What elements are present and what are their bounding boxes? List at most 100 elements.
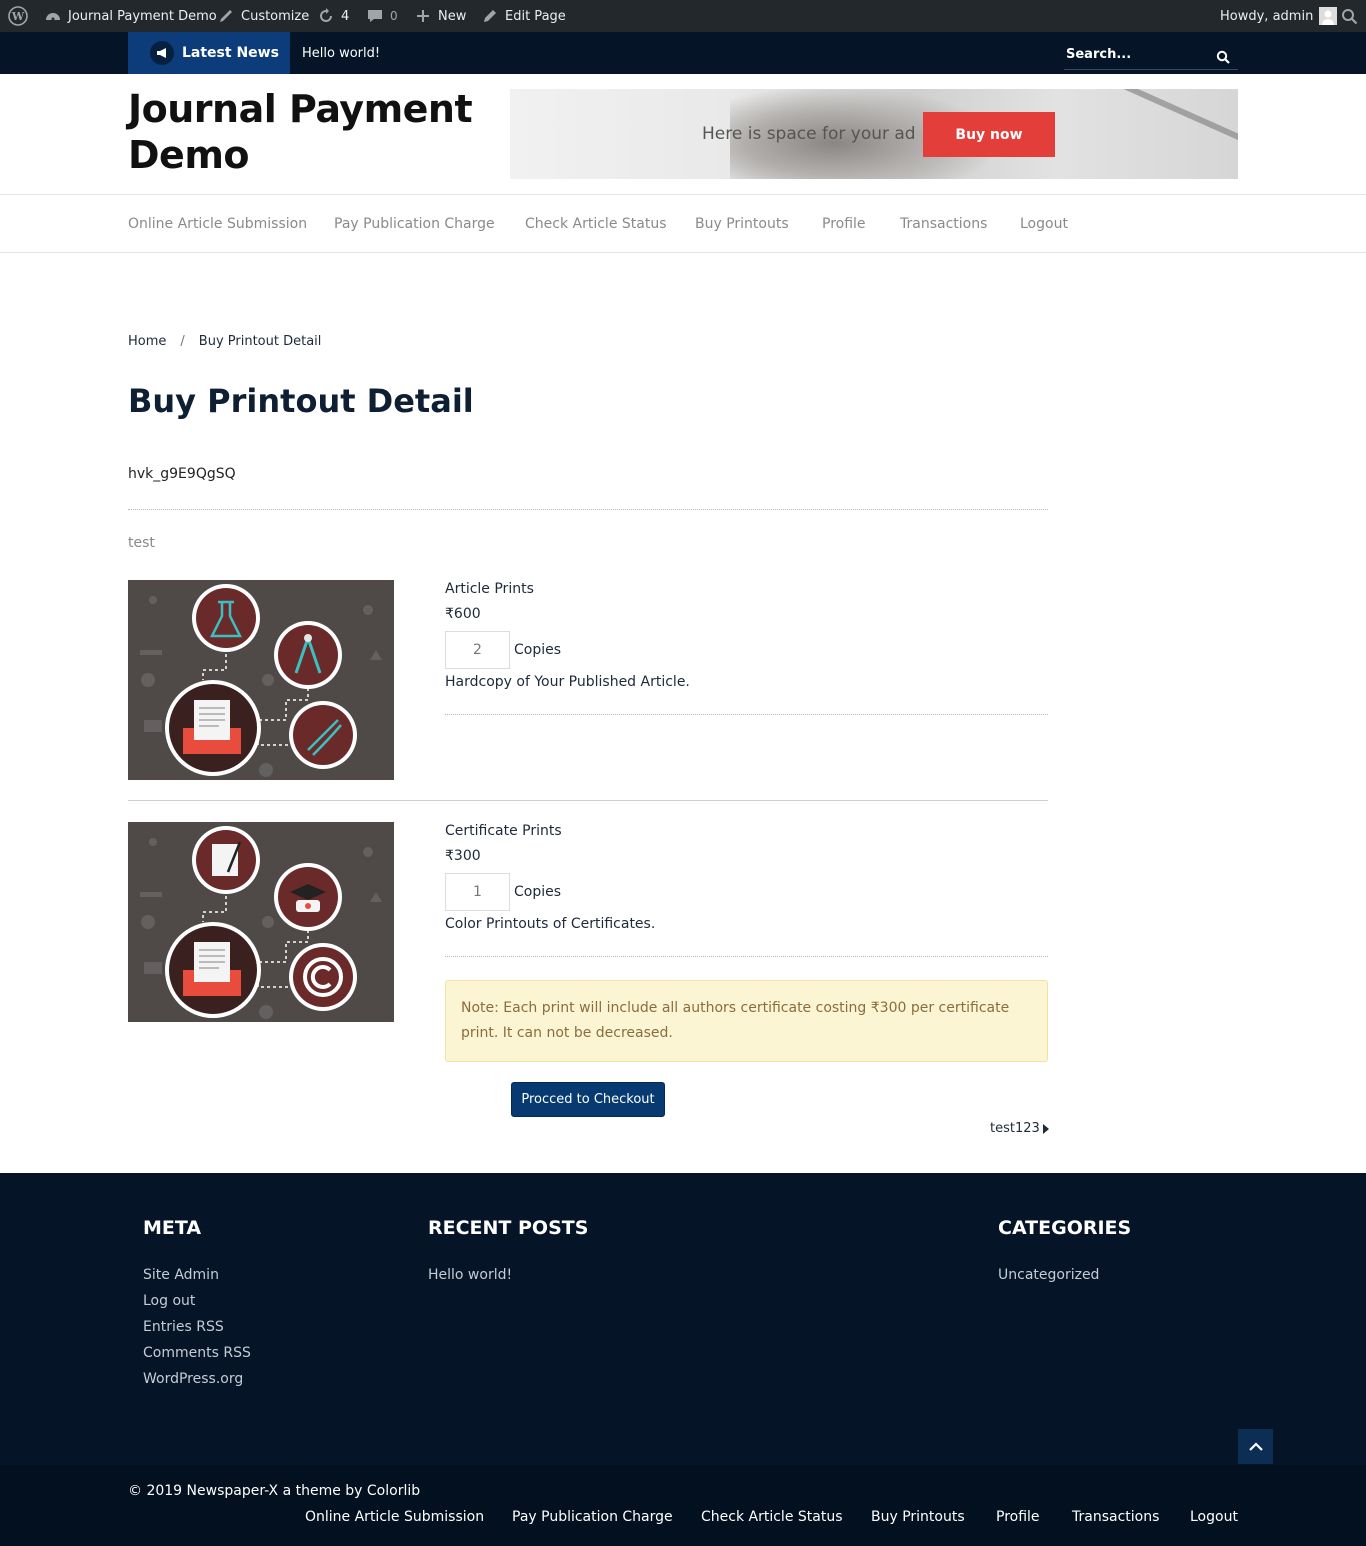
howdy-label: Howdy, admin [1220, 8, 1314, 24]
admin-comments-link[interactable]: 0 [366, 0, 398, 32]
latest-news-text: Latest News [182, 45, 279, 61]
product-description: Hardcopy of Your Published Article. [445, 674, 690, 690]
quantity-unit: Copies [514, 884, 562, 900]
footer-widget-recent-posts: RECENT POSTS Hello world! [428, 1217, 588, 1293]
proceed-to-checkout-button[interactable]: Procced to Checkout [511, 1082, 665, 1117]
nav-item-check-article-status[interactable]: Check Article Status [525, 195, 667, 252]
nav-item-logout[interactable]: Logout [1020, 195, 1068, 252]
breadcrumb-current: Buy Printout Detail [198, 334, 322, 349]
footer-nav-pay-publication-charge[interactable]: Pay Publication Charge [512, 1509, 673, 1525]
footer-nav-buy-printouts[interactable]: Buy Printouts [871, 1509, 965, 1525]
page-title: Buy Printout Detail [128, 382, 474, 420]
updates-count: 4 [341, 8, 350, 24]
customize-label: Customize [241, 8, 310, 24]
meta-comments-rss-link[interactable]: Comments RSS [143, 1345, 251, 1371]
comment-icon [368, 10, 382, 22]
admin-updates-link[interactable]: 4 [317, 0, 349, 32]
admin-bar: W Journal Payment Demo Customize 4 0 New… [0, 0, 1366, 32]
chevron-up-icon [1248, 1441, 1263, 1451]
widget-title: META [143, 1217, 202, 1239]
ad-pencil-decoration [1058, 89, 1238, 150]
nav-item-online-article-submission[interactable]: Online Article Submission [128, 195, 307, 252]
ad-banner[interactable]: Here is space for your ad Buy now [510, 89, 1238, 179]
search-icon[interactable] [1216, 50, 1230, 64]
plus-icon [417, 10, 429, 22]
certificate-note: Note: Each print will include all author… [445, 980, 1048, 1062]
divider [445, 956, 1048, 957]
search-placeholder: Search... [1066, 47, 1132, 62]
product-price: ₹600 [445, 606, 481, 622]
avatar [1319, 7, 1338, 25]
product-description: Color Printouts of Certificates. [445, 916, 656, 932]
ad-text: Here is space for your ad [702, 124, 916, 144]
wordpress-logo-icon[interactable]: W [8, 0, 28, 32]
new-label: New [438, 8, 467, 24]
back-to-top-button[interactable] [1238, 1429, 1273, 1464]
footer-widget-meta: META Site Admin Log out Entries RSS Comm… [143, 1217, 251, 1397]
buy-now-button[interactable]: Buy now [923, 112, 1055, 157]
article-prints-image [128, 580, 394, 780]
admin-edit-page-link[interactable]: Edit Page [481, 0, 566, 32]
certificate-prints-image [128, 822, 394, 1022]
divider [445, 714, 1048, 715]
section-label: test [128, 535, 155, 551]
admin-account-menu[interactable]: Howdy, admin [1220, 0, 1338, 32]
category-link[interactable]: Uncategorized [998, 1267, 1131, 1293]
product-name: Certificate Prints [445, 823, 562, 839]
admin-search-icon[interactable] [1341, 0, 1358, 32]
footer-nav-logout[interactable]: Logout [1190, 1509, 1238, 1525]
product-name: Article Prints [445, 581, 534, 597]
next-post-label: test123 [990, 1121, 1040, 1136]
news-ticker-link[interactable]: Hello world! [302, 32, 380, 74]
meta-entries-rss-link[interactable]: Entries RSS [143, 1319, 251, 1345]
footer-nav-online-article-submission[interactable]: Online Article Submission [305, 1509, 484, 1525]
next-post-link[interactable]: test123 [990, 1121, 1049, 1136]
footer-widget-categories: CATEGORIES Uncategorized [998, 1217, 1131, 1293]
breadcrumb-home[interactable]: Home [128, 334, 166, 349]
admin-site-link[interactable]: Journal Payment Demo [44, 0, 217, 32]
search-input[interactable]: Search... [1064, 40, 1238, 70]
quantity-unit: Copies [514, 642, 562, 658]
footer-nav-transactions[interactable]: Transactions [1072, 1509, 1159, 1525]
pencil-icon [484, 10, 496, 22]
dashboard-icon [46, 13, 60, 21]
site-title[interactable]: Journal Payment Demo [128, 86, 498, 178]
nav-item-transactions[interactable]: Transactions [900, 195, 987, 252]
news-bar: Latest News Hello world! Search... [0, 32, 1366, 74]
main-nav: Online Article Submission Pay Publicatio… [0, 194, 1366, 253]
nav-item-buy-printouts[interactable]: Buy Printouts [695, 195, 789, 252]
admin-new-link[interactable]: New [414, 0, 466, 32]
footer-nav-check-article-status[interactable]: Check Article Status [701, 1509, 843, 1525]
divider [128, 509, 1048, 510]
breadcrumb: Home / Buy Printout Detail [128, 334, 321, 349]
meta-wordpress-org-link[interactable]: WordPress.org [143, 1371, 251, 1397]
product-certificate-prints: Certificate Prints ₹300 Copies Color Pri… [445, 823, 655, 932]
comments-count: 0 [390, 9, 398, 23]
divider [128, 800, 1048, 801]
footer: META Site Admin Log out Entries RSS Comm… [0, 1173, 1366, 1546]
svg-text:W: W [11, 10, 25, 23]
edit-page-label: Edit Page [505, 8, 566, 24]
breadcrumb-separator: / [180, 334, 185, 349]
admin-customize-link[interactable]: Customize [217, 0, 309, 32]
nav-item-pay-publication-charge[interactable]: Pay Publication Charge [334, 195, 495, 252]
refresh-icon [320, 8, 332, 22]
product-article-prints: Article Prints ₹600 Copies Hardcopy of Y… [445, 581, 690, 690]
payment-key: hvk_g9E9QgSQ [128, 466, 236, 482]
nav-item-profile[interactable]: Profile [822, 195, 866, 252]
meta-log-out-link[interactable]: Log out [143, 1293, 251, 1319]
quantity-input[interactable] [445, 873, 510, 911]
latest-news-label: Latest News [128, 32, 290, 74]
megaphone-icon [150, 41, 174, 65]
widget-title: CATEGORIES [998, 1217, 1132, 1239]
recent-post-link[interactable]: Hello world! [428, 1267, 588, 1293]
brush-icon [220, 10, 232, 22]
quantity-input[interactable] [445, 631, 510, 669]
footer-bottom-bar: © 2019 Newspaper-X a theme by Colorlib O… [0, 1465, 1366, 1546]
footer-nav-profile[interactable]: Profile [996, 1509, 1040, 1525]
meta-site-admin-link[interactable]: Site Admin [143, 1267, 251, 1293]
admin-site-name: Journal Payment Demo [68, 8, 217, 24]
product-price: ₹300 [445, 848, 481, 864]
caret-right-icon [1042, 1123, 1049, 1134]
widget-title: RECENT POSTS [428, 1217, 589, 1239]
